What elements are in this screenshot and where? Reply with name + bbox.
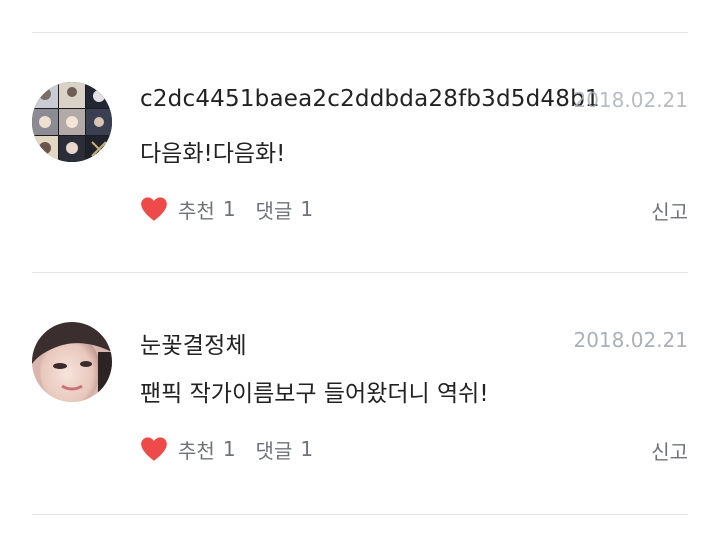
report-button[interactable]: 신고: [651, 436, 688, 465]
reply-button[interactable]: 댓글: [256, 435, 293, 464]
portrait-avatar-icon: [32, 322, 112, 402]
comment-item: c2dc4451baea2c2ddbda28fb3d5d48b1 2018.02…: [32, 82, 688, 282]
like-count: 1: [222, 437, 236, 461]
photo-collage-avatar-icon: [32, 82, 112, 162]
comment-date: 2018.02.21: [573, 88, 688, 112]
like-button[interactable]: 추천: [178, 195, 215, 224]
comment-actions: 추천 1 댓글 1: [140, 194, 333, 224]
comment-list: c2dc4451baea2c2ddbda28fb3d5d48b1 2018.02…: [0, 0, 720, 540]
comment-date: 2018.02.21: [573, 328, 688, 352]
report-button[interactable]: 신고: [651, 196, 688, 225]
comment-actions: 추천 1 댓글 1: [140, 434, 333, 464]
author-name[interactable]: 눈꽃결정체: [140, 326, 247, 360]
reply-count: 1: [300, 437, 314, 461]
reply-button[interactable]: 댓글: [256, 195, 293, 224]
heart-icon[interactable]: [140, 196, 168, 222]
divider-middle: [32, 272, 688, 273]
divider-bottom: [32, 514, 688, 515]
comment-item: 눈꽃결정체 2018.02.21 팬픽 작가이름보구 들어왔더니 역쉬! 추천 …: [32, 322, 688, 522]
heart-icon[interactable]: [140, 436, 168, 462]
like-count: 1: [222, 197, 236, 221]
avatar[interactable]: [32, 82, 112, 162]
comment-text: 다음화!다음화!: [140, 141, 286, 167]
like-button[interactable]: 추천: [178, 435, 215, 464]
comment-text: 팬픽 작가이름보구 들어왔더니 역쉬!: [140, 381, 489, 407]
divider-top: [32, 32, 688, 33]
author-name[interactable]: c2dc4451baea2c2ddbda28fb3d5d48b1: [140, 86, 600, 112]
avatar[interactable]: [32, 322, 112, 402]
reply-count: 1: [300, 197, 314, 221]
